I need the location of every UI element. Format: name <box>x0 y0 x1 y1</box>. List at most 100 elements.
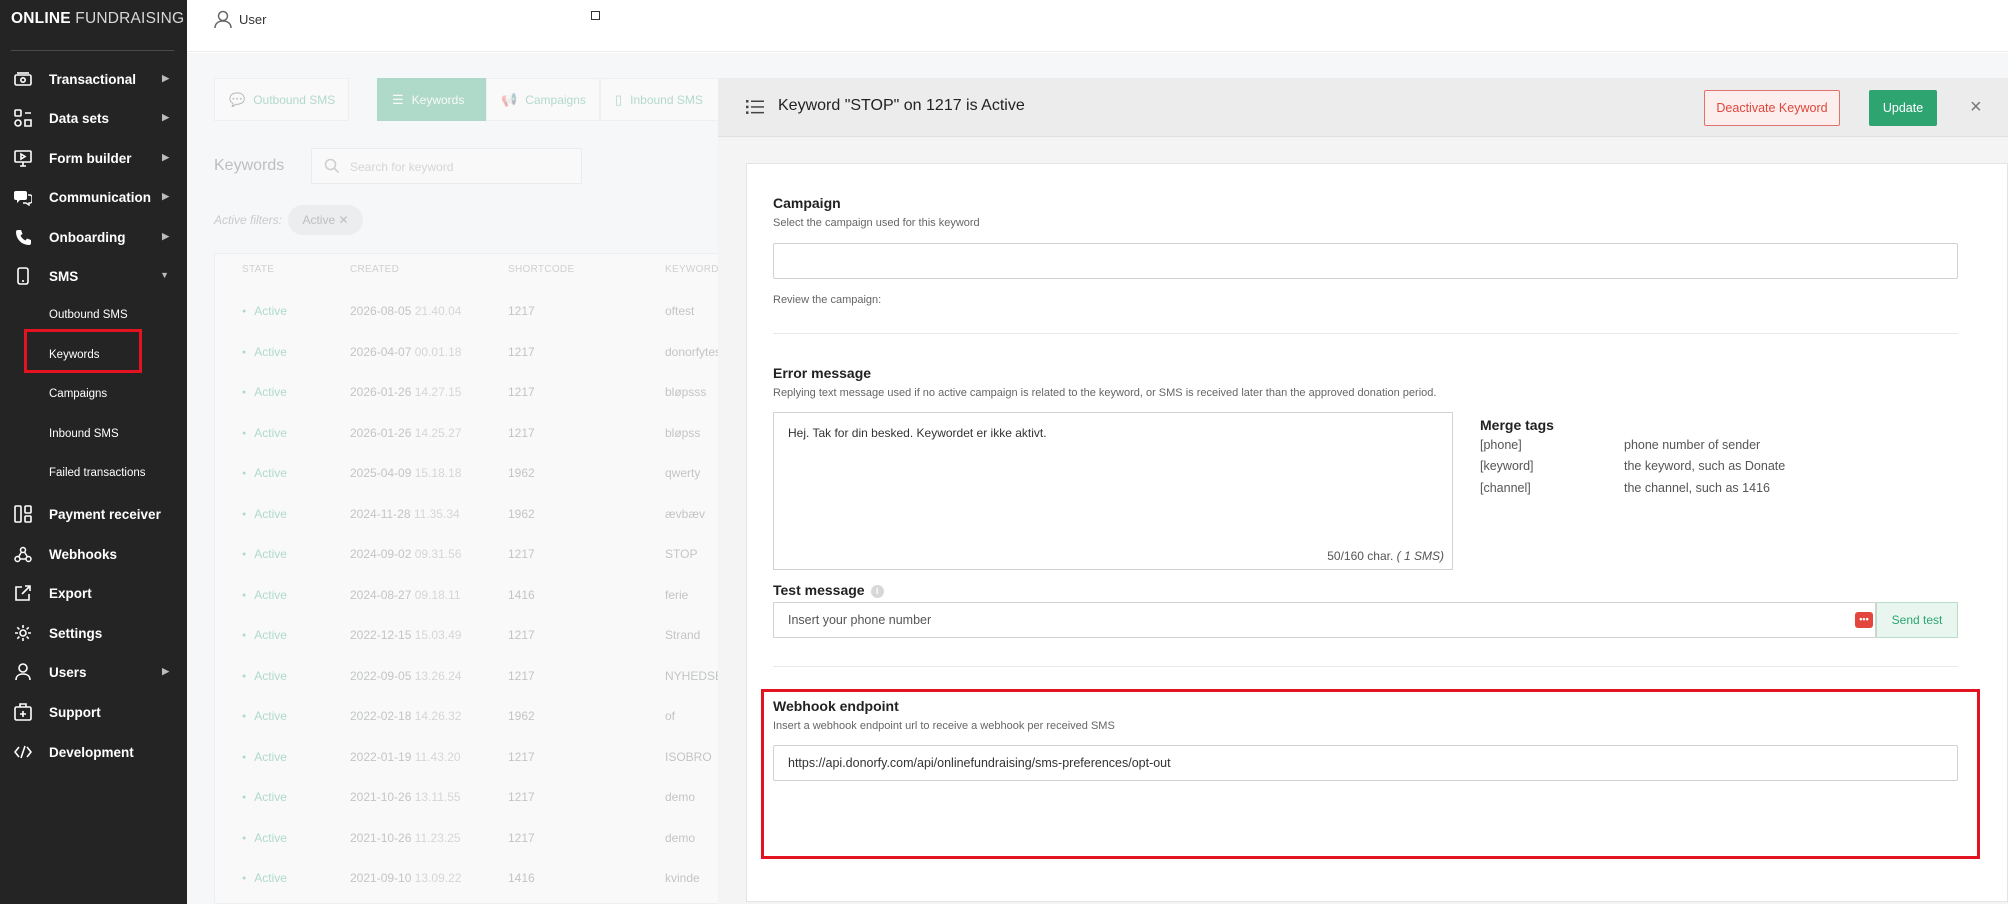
sidebar-item-data-sets[interactable]: Data sets ▶ <box>0 103 187 133</box>
sidebar-item-label: Data sets <box>49 110 110 126</box>
sidebar-item-development[interactable]: Development <box>0 737 187 767</box>
support-icon <box>13 702 33 722</box>
gear-icon <box>13 623 33 643</box>
sidebar-item-onboarding[interactable]: Onboarding ▶ <box>0 222 187 252</box>
sidebar-item-export[interactable]: Export <box>0 578 187 608</box>
sidebar-item-webhooks[interactable]: Webhooks <box>0 539 187 569</box>
row-created-date: 2022-01-19 <box>350 749 412 764</box>
row-created-date: 2021-10-26 <box>350 830 412 845</box>
row-created-date: 2022-09-05 <box>350 668 412 683</box>
square-icon[interactable] <box>591 11 600 20</box>
update-button[interactable]: Update <box>1869 90 1937 126</box>
brand-logo[interactable]: ONLINE FUNDRAISING <box>11 10 184 28</box>
row-created: 2021-10-26 13.11.55 <box>350 790 461 804</box>
row-keyword: STOP <box>665 547 698 561</box>
row-state: Active <box>242 385 287 399</box>
row-keyword: ævbæv <box>665 506 706 521</box>
tab-label: Inbound SMS <box>630 92 703 107</box>
row-state: Active <box>242 426 287 440</box>
row-state: Active <box>242 871 287 885</box>
row-created: 2026-01-26 14.25.27 <box>350 426 461 440</box>
row-created: 2022-09-05 13.26.24 <box>350 669 461 683</box>
caret-right-icon: ▶ <box>162 231 169 241</box>
active-filters-label: Active filters: <box>214 213 283 227</box>
error-message-label: Error message <box>773 365 872 381</box>
mobile-icon <box>13 266 33 286</box>
error-message-textarea[interactable]: Hej. Tak for din besked. Keywordet er ik… <box>773 412 1453 570</box>
column-header-created[interactable]: CREATED <box>350 264 399 275</box>
user-icon[interactable] <box>214 10 232 34</box>
merge-tag-phone[interactable]: [phone] <box>1480 438 1522 452</box>
tab-inbound-sms[interactable]: ▯ Inbound SMS <box>600 78 730 121</box>
test-message-label-text: Test message <box>773 582 865 598</box>
sidebar-subitem-campaigns[interactable]: Campaigns <box>49 388 107 400</box>
close-icon[interactable]: × <box>1970 96 1982 119</box>
row-shortcode: 1217 <box>508 668 535 683</box>
phone-number-input[interactable]: Insert your phone number ••• <box>773 602 1876 638</box>
sidebar-item-form-builder[interactable]: Form builder ▶ <box>0 143 187 173</box>
merge-tag-channel[interactable]: [channel] <box>1480 481 1531 495</box>
phone-number-placeholder: Insert your phone number <box>788 613 932 627</box>
sidebar-item-transactional[interactable]: Transactional ▶ <box>0 64 187 94</box>
sidebar-subitem-outbound-sms[interactable]: Outbound SMS <box>49 309 128 321</box>
sidebar-item-label: Form builder <box>49 150 132 166</box>
row-created-date: 2026-08-05 <box>350 304 412 318</box>
info-icon[interactable]: i <box>870 585 884 598</box>
column-header-state[interactable]: STATE <box>242 264 274 275</box>
campaign-select[interactable] <box>773 243 1958 279</box>
row-shortcode: 1416 <box>508 587 535 602</box>
search-icon <box>324 158 340 179</box>
row-keyword: bløpsss <box>665 385 707 399</box>
deactivate-keyword-button[interactable]: Deactivate Keyword <box>1704 90 1840 126</box>
column-header-shortcode[interactable]: SHORTCODE <box>508 264 574 275</box>
sidebar-item-support[interactable]: Support <box>0 697 187 727</box>
tab-campaigns[interactable]: 📢 Campaigns <box>486 78 600 121</box>
sidebar-item-settings[interactable]: Settings <box>0 618 187 648</box>
sidebar-item-sms[interactable]: SMS ▼ <box>0 261 187 291</box>
row-keyword: oftest <box>665 304 695 318</box>
merge-tags-title: Merge tags <box>1480 417 1554 433</box>
row-state: Active <box>242 669 287 683</box>
megaphone-icon: 📢 <box>501 91 518 107</box>
row-state: Active <box>242 466 287 480</box>
filter-chip-active[interactable]: Active ✕ <box>288 205 363 235</box>
sidebar-subitem-inbound-sms[interactable]: Inbound SMS <box>49 428 119 440</box>
row-created-time: 15.03.49 <box>414 628 462 642</box>
webhooks-icon <box>13 544 33 564</box>
code-icon <box>13 742 33 762</box>
row-shortcode: 1217 <box>508 344 535 359</box>
campaign-help: Select the campaign used for this keywor… <box>773 217 980 229</box>
send-test-button[interactable]: Send test <box>1876 602 1958 638</box>
user-menu-label[interactable]: User <box>239 12 266 27</box>
chat-icon: 💬 <box>229 91 246 107</box>
search-input[interactable]: Search for keyword <box>311 148 582 184</box>
caret-right-icon: ▶ <box>162 112 169 122</box>
tab-keywords[interactable]: ☰ Keywords <box>377 78 486 121</box>
sidebar-subitem-failed-transactions[interactable]: Failed transactions <box>49 467 146 479</box>
row-created-date: 2024-09-02 <box>350 547 412 561</box>
row-created: 2021-09-10 13.09.22 <box>350 871 461 885</box>
row-created-date: 2026-04-07 <box>350 344 412 359</box>
column-header-keyword[interactable]: KEYWORD <box>665 264 719 275</box>
panel-title: Keyword "STOP" on 1217 is Active <box>778 97 1025 114</box>
password-manager-icon[interactable]: ••• <box>1855 612 1873 628</box>
panel-header: Keyword "STOP" on 1217 is Active Deactiv… <box>718 78 2008 137</box>
row-keyword: kvinde <box>665 871 700 885</box>
row-created-time: 11.35.34 <box>413 506 460 521</box>
row-shortcode: 1962 <box>508 466 535 480</box>
mobile-icon: ▯ <box>615 91 623 107</box>
sidebar-item-users[interactable]: Users ▶ <box>0 657 187 687</box>
row-keyword: of <box>665 709 676 723</box>
caret-right-icon: ▶ <box>162 73 169 83</box>
highlight-box-keywords <box>24 329 142 373</box>
tab-outbound-sms[interactable]: 💬 Outbound SMS <box>214 78 349 121</box>
merge-tag-keyword[interactable]: [keyword] <box>1480 459 1534 473</box>
caret-down-icon: ▼ <box>160 270 169 280</box>
sidebar-item-communication[interactable]: Communication ▶ <box>0 182 187 212</box>
sidebar-item-payment-receiver[interactable]: Payment receiver <box>0 499 187 529</box>
row-created-time: 14.27.15 <box>414 385 462 399</box>
error-message-help: Replying text message used if no active … <box>773 387 1437 399</box>
row-created-date: 2022-02-18 <box>350 709 412 723</box>
sidebar-item-label: Payment receiver <box>49 506 161 522</box>
top-bar: User <box>187 0 2008 52</box>
